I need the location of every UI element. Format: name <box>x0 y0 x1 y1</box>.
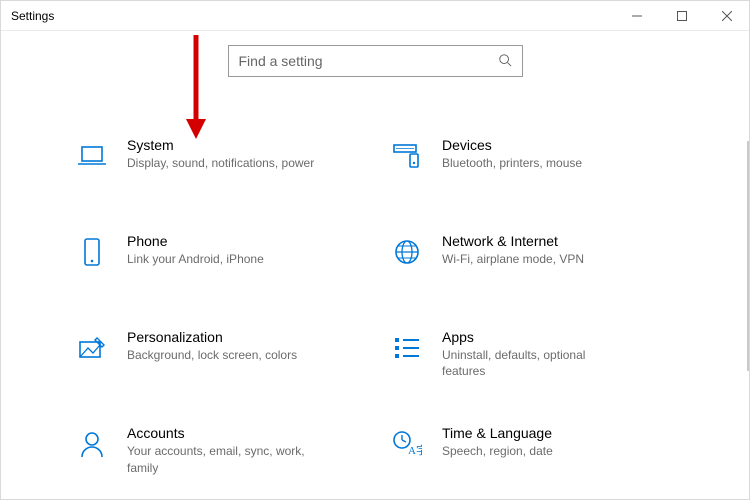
close-icon <box>722 11 732 21</box>
tile-devices[interactable]: Devices Bluetooth, printers, mouse <box>390 137 675 187</box>
paint-icon <box>75 331 109 365</box>
search-placeholder: Find a setting <box>239 53 498 69</box>
tile-title: Devices <box>442 137 582 153</box>
person-icon <box>75 427 109 461</box>
search-icon <box>498 53 512 70</box>
window-controls <box>614 1 749 30</box>
tile-phone[interactable]: Phone Link your Android, iPhone <box>75 233 360 283</box>
tile-desc: Uninstall, defaults, optional features <box>442 347 632 379</box>
tile-desc: Bluetooth, printers, mouse <box>442 155 582 171</box>
time-language-icon: A字 <box>390 427 424 461</box>
laptop-icon <box>75 139 109 173</box>
content-area: Find a setting System Display, sound, no… <box>1 31 749 476</box>
tile-title: Accounts <box>127 425 317 441</box>
minimize-icon <box>632 11 642 21</box>
tile-desc: Link your Android, iPhone <box>127 251 264 267</box>
devices-icon <box>390 139 424 173</box>
search-input[interactable]: Find a setting <box>228 45 523 77</box>
maximize-icon <box>677 11 687 21</box>
window-title: Settings <box>11 9 54 23</box>
settings-grid: System Display, sound, notifications, po… <box>75 137 675 476</box>
tile-accounts[interactable]: Accounts Your accounts, email, sync, wor… <box>75 425 360 475</box>
tile-system[interactable]: System Display, sound, notifications, po… <box>75 137 360 187</box>
tile-title: System <box>127 137 314 153</box>
titlebar: Settings <box>1 1 749 31</box>
globe-icon <box>390 235 424 269</box>
svg-text:A字: A字 <box>408 443 422 457</box>
tile-title: Network & Internet <box>442 233 584 249</box>
tile-title: Time & Language <box>442 425 553 441</box>
tile-desc: Speech, region, date <box>442 443 553 459</box>
search-container: Find a setting <box>41 45 709 77</box>
tile-title: Apps <box>442 329 632 345</box>
tile-desc: Wi-Fi, airplane mode, VPN <box>442 251 584 267</box>
tile-network[interactable]: Network & Internet Wi-Fi, airplane mode,… <box>390 233 675 283</box>
apps-list-icon <box>390 331 424 365</box>
tile-title: Phone <box>127 233 264 249</box>
tile-title: Personalization <box>127 329 297 345</box>
minimize-button[interactable] <box>614 1 659 30</box>
tile-desc: Background, lock screen, colors <box>127 347 297 363</box>
scrollbar[interactable] <box>747 141 749 371</box>
close-button[interactable] <box>704 1 749 30</box>
tile-personalization[interactable]: Personalization Background, lock screen,… <box>75 329 360 379</box>
phone-icon <box>75 235 109 269</box>
tile-desc: Your accounts, email, sync, work, family <box>127 443 317 475</box>
tile-desc: Display, sound, notifications, power <box>127 155 314 171</box>
maximize-button[interactable] <box>659 1 704 30</box>
tile-apps[interactable]: Apps Uninstall, defaults, optional featu… <box>390 329 675 379</box>
tile-time-language[interactable]: A字 Time & Language Speech, region, date <box>390 425 675 475</box>
